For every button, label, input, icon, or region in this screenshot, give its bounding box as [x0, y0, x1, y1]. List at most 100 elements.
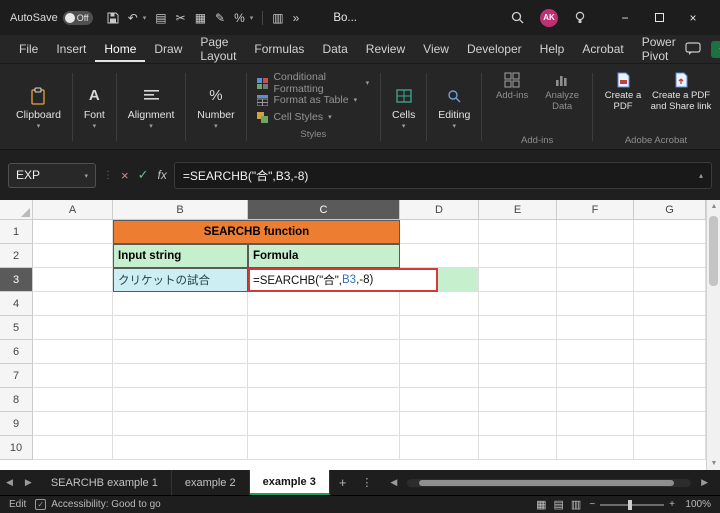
cell[interactable]	[33, 292, 113, 316]
cell[interactable]	[634, 244, 706, 268]
cell-b3-input-string[interactable]: クリケットの試合	[113, 268, 248, 292]
row-header-9[interactable]: 9	[0, 412, 33, 436]
font-group-button[interactable]: A Font ▾	[76, 67, 113, 147]
cell[interactable]	[33, 436, 113, 460]
column-header-b[interactable]: B	[113, 200, 248, 220]
cell[interactable]	[400, 364, 479, 388]
tab-power-pivot[interactable]: Power Pivot	[633, 29, 685, 69]
cell[interactable]	[33, 220, 113, 244]
cell[interactable]	[248, 316, 400, 340]
cell[interactable]	[248, 364, 400, 388]
cell[interactable]	[479, 388, 557, 412]
collapse-formula-bar-icon[interactable]: ▴	[699, 171, 703, 180]
cell[interactable]	[557, 268, 634, 292]
tab-insert[interactable]: Insert	[47, 36, 95, 62]
cell[interactable]	[33, 340, 113, 364]
cell[interactable]	[479, 220, 557, 244]
scroll-up-icon[interactable]: ▲	[707, 200, 720, 213]
insert-function-button[interactable]: fx	[158, 168, 167, 182]
accessibility-status[interactable]: ✓ Accessibility: Good to go	[35, 499, 161, 510]
cell[interactable]	[479, 364, 557, 388]
save-icon[interactable]	[107, 12, 119, 24]
percent-style-icon[interactable]: %	[234, 11, 245, 25]
analyze-data-button[interactable]: Analyze Data	[539, 69, 585, 113]
zoom-in-button[interactable]: +	[669, 499, 675, 510]
page-break-view-icon[interactable]: ▥	[571, 498, 581, 511]
normal-view-icon[interactable]: ▦	[536, 498, 546, 511]
sheet-tab-example-2[interactable]: example 2	[172, 470, 250, 495]
cell[interactable]	[634, 268, 706, 292]
page-layout-view-icon[interactable]: ▤	[554, 498, 564, 511]
column-header-c[interactable]: C	[248, 200, 400, 220]
row-header-3[interactable]: 3	[0, 268, 33, 292]
cell[interactable]	[33, 244, 113, 268]
close-button[interactable]: ×	[676, 5, 710, 31]
column-header-d[interactable]: D	[400, 200, 479, 220]
restore-button[interactable]	[642, 5, 676, 31]
row-header-8[interactable]: 8	[0, 388, 33, 412]
tab-developer[interactable]: Developer	[458, 36, 531, 62]
cell[interactable]	[557, 412, 634, 436]
cell[interactable]	[400, 436, 479, 460]
cell[interactable]	[33, 268, 113, 292]
scroll-down-icon[interactable]: ▼	[707, 457, 720, 470]
sheet-scroll-right-icon[interactable]: ▶	[19, 477, 38, 488]
cell[interactable]	[557, 436, 634, 460]
cell[interactable]	[634, 220, 706, 244]
comments-icon[interactable]	[685, 42, 701, 56]
in-cell-formula-editor[interactable]: =SEARCHB("合", B3 ,-8)	[248, 268, 438, 292]
sheet-scroll-left-icon[interactable]: ◀	[0, 477, 19, 488]
cell[interactable]	[113, 412, 248, 436]
cell[interactable]	[33, 316, 113, 340]
cell[interactable]	[113, 340, 248, 364]
cell[interactable]	[400, 412, 479, 436]
undo-dropdown-icon[interactable]: ▾	[143, 14, 147, 22]
cut-icon[interactable]: ✂	[176, 11, 186, 25]
format-as-table-button[interactable]: Format as Table ▾	[257, 92, 369, 109]
cell[interactable]	[634, 388, 706, 412]
cell[interactable]	[557, 340, 634, 364]
cell[interactable]	[248, 436, 400, 460]
cell[interactable]	[557, 220, 634, 244]
cell[interactable]	[113, 364, 248, 388]
cell[interactable]	[634, 412, 706, 436]
tab-file[interactable]: File	[10, 36, 47, 62]
row-header-7[interactable]: 7	[0, 364, 33, 388]
cell-c3-active-edit[interactable]: =SEARCHB("合", B3 ,-8)	[248, 268, 438, 292]
cell-b1-title[interactable]: SEARCHB function	[113, 220, 400, 244]
column-header-f[interactable]: F	[557, 200, 634, 220]
name-box-resizer[interactable]: ⋮	[103, 170, 114, 181]
share-button[interactable]	[710, 40, 720, 58]
cell[interactable]	[557, 364, 634, 388]
autosave-toggle[interactable]: Off	[62, 10, 93, 25]
tab-help[interactable]: Help	[531, 36, 574, 62]
zoom-out-button[interactable]: −	[589, 499, 595, 510]
search-icon[interactable]	[511, 11, 524, 24]
format-painter-icon[interactable]: ✎	[215, 11, 225, 25]
cancel-entry-button[interactable]: ×	[121, 168, 129, 183]
zoom-level[interactable]: 100%	[683, 499, 711, 510]
cell[interactable]	[113, 388, 248, 412]
column-header-a[interactable]: A	[33, 200, 113, 220]
cell[interactable]	[557, 292, 634, 316]
cell[interactable]	[248, 388, 400, 412]
tab-acrobat[interactable]: Acrobat	[573, 36, 632, 62]
cell[interactable]	[33, 364, 113, 388]
select-all-corner[interactable]	[0, 200, 33, 220]
cell[interactable]	[400, 388, 479, 412]
addins-button[interactable]: Add-ins	[489, 69, 535, 102]
autosave-control[interactable]: AutoSave Off	[10, 10, 93, 25]
overflow-icon[interactable]: »	[293, 11, 300, 25]
row-header-10[interactable]: 10	[0, 436, 33, 460]
tab-formulas[interactable]: Formulas	[245, 36, 313, 62]
cell[interactable]	[400, 316, 479, 340]
column-header-e[interactable]: E	[479, 200, 557, 220]
create-pdf-button[interactable]: Create a PDF	[600, 69, 646, 113]
cell[interactable]	[479, 436, 557, 460]
cell-c2-formula-header[interactable]: Formula	[248, 244, 400, 268]
cell[interactable]	[400, 340, 479, 364]
row-header-5[interactable]: 5	[0, 316, 33, 340]
sheet-tab-searchb-example-1[interactable]: SEARCHB example 1	[38, 470, 172, 495]
cell[interactable]	[113, 436, 248, 460]
cell[interactable]	[248, 292, 400, 316]
